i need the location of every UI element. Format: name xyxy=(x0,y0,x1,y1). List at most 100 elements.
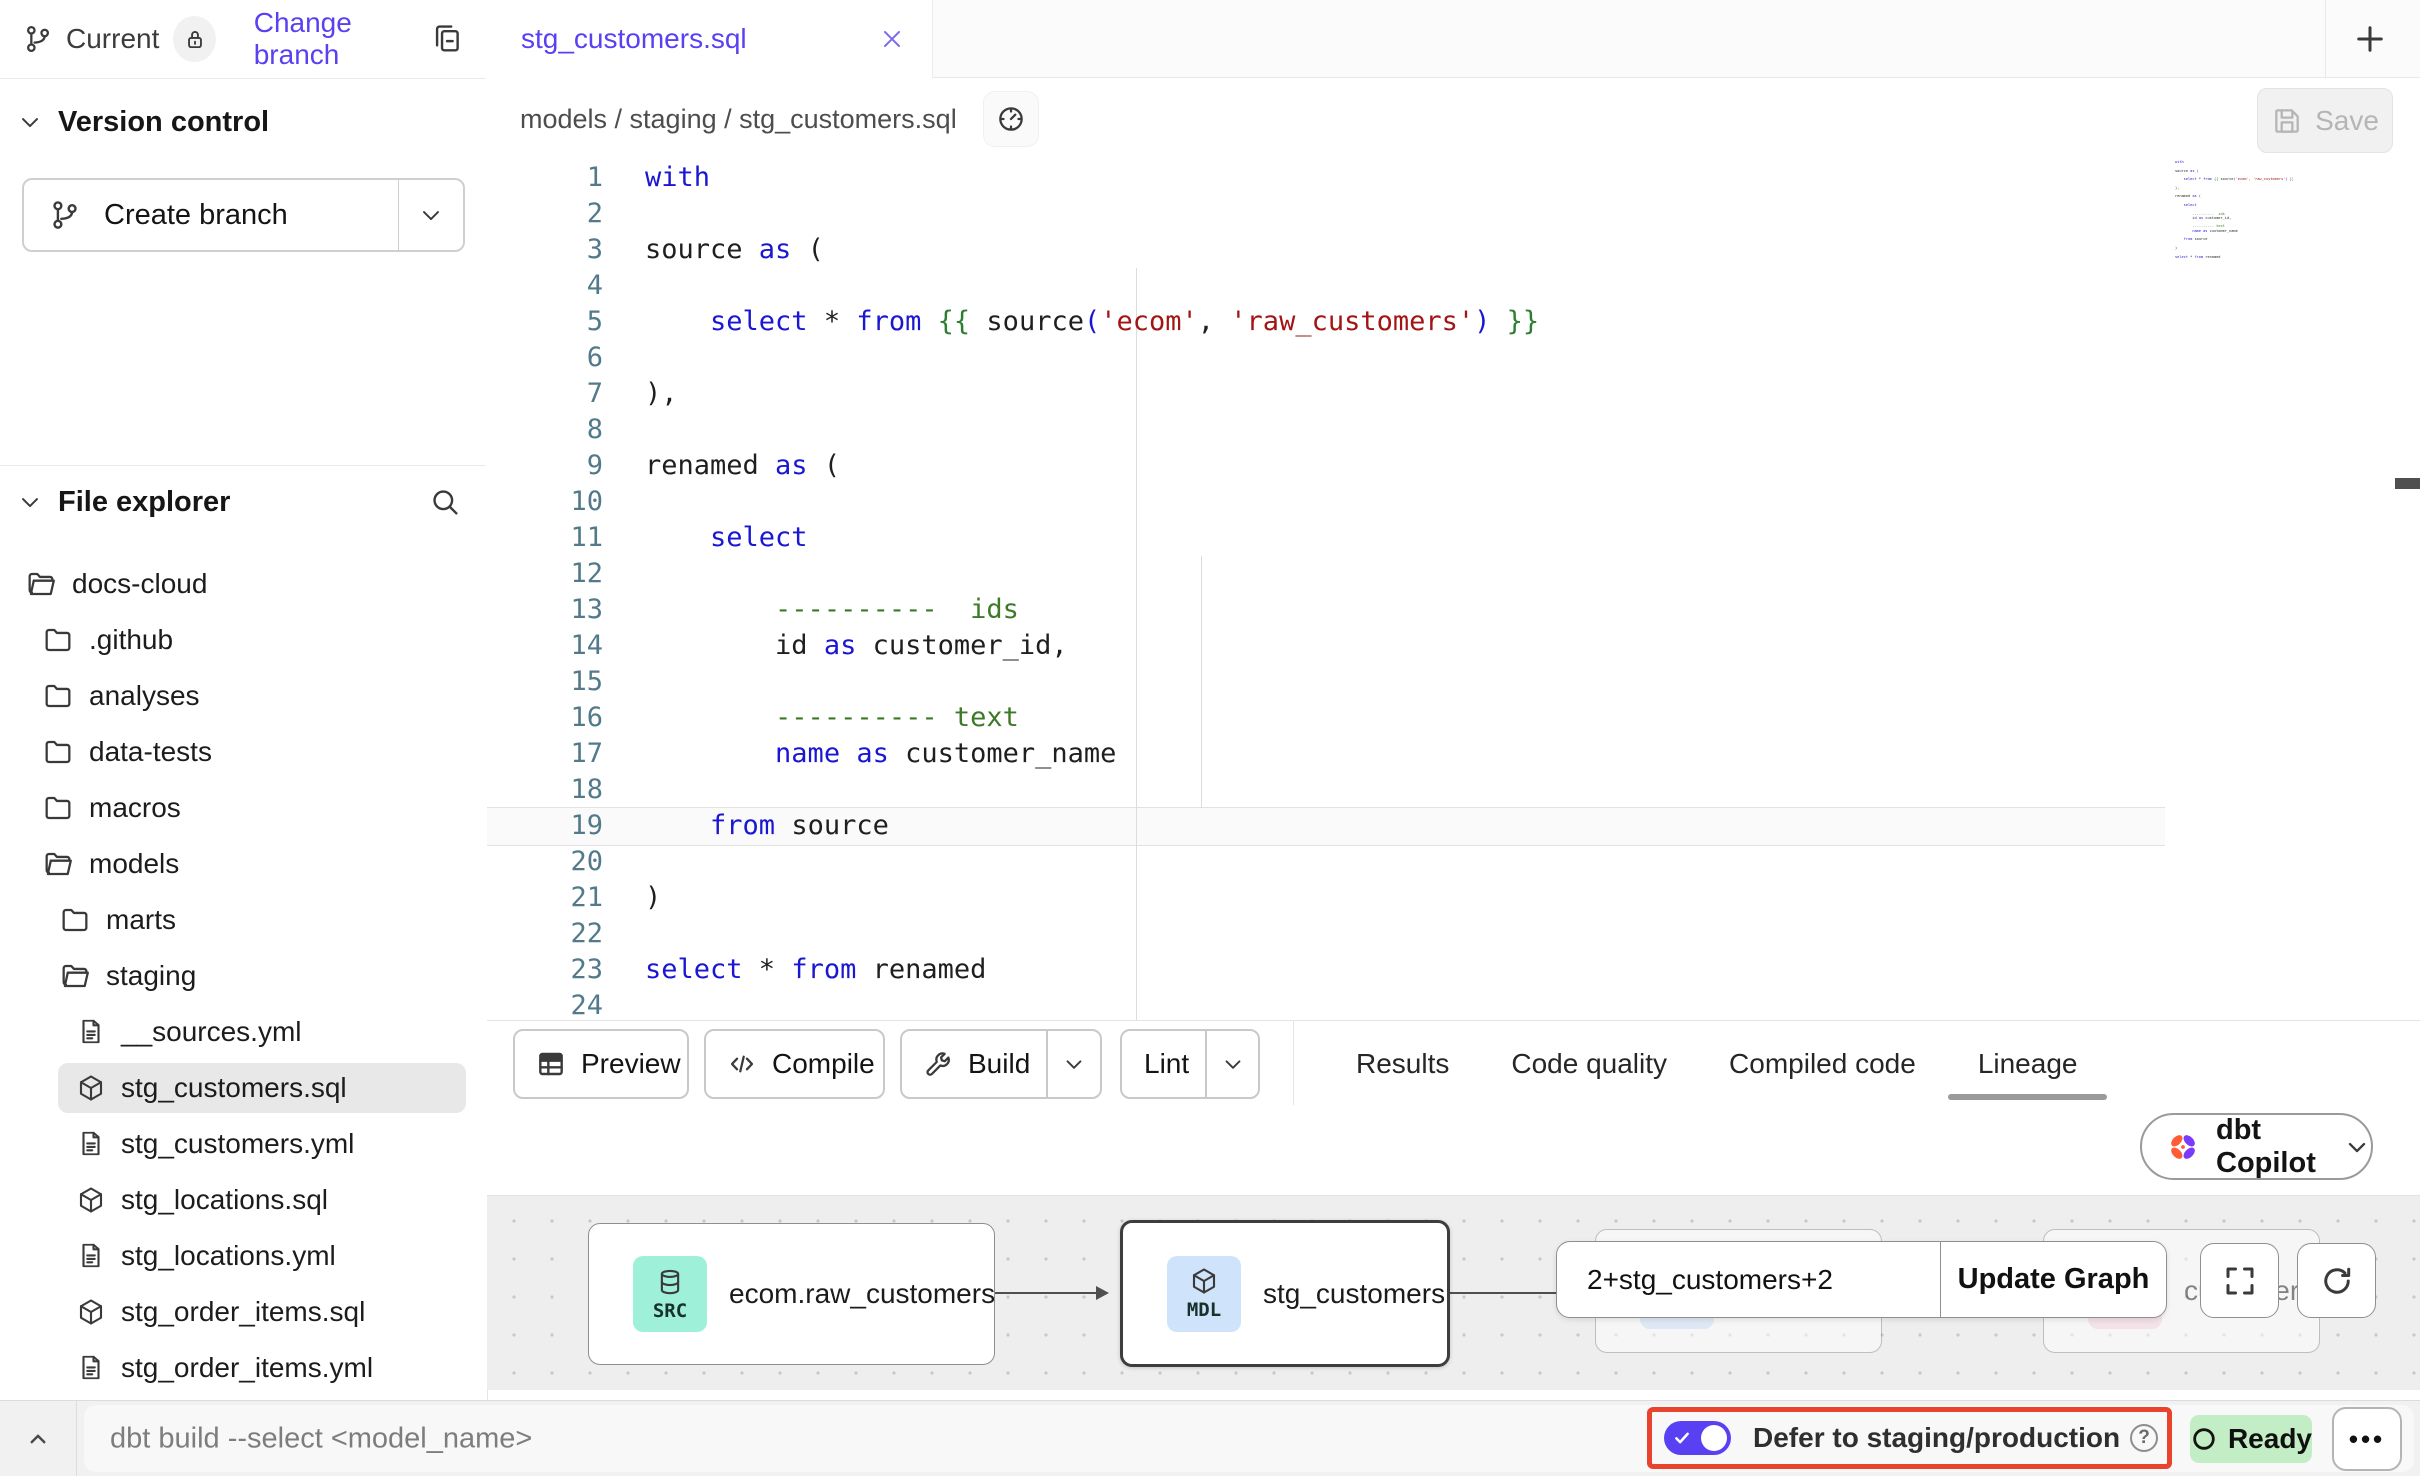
doc-file-icon xyxy=(76,1129,106,1159)
editor-tab-bar: stg_customers.sql xyxy=(487,0,2420,78)
action-bar: Preview Compile Build Lint Results Code q… xyxy=(487,1020,2420,1106)
version-control-title: Version control xyxy=(58,106,269,139)
editor-minimap[interactable]: withsource as ( select * from {{ source(… xyxy=(2175,160,2293,262)
compile-button[interactable]: Compile xyxy=(704,1029,885,1099)
create-branch-dropdown[interactable] xyxy=(399,201,463,229)
code-line-8: 8 xyxy=(487,412,2420,448)
tab-stg-customers-sql[interactable]: stg_customers.sql xyxy=(487,0,933,78)
update-graph-button[interactable]: Update Graph xyxy=(1941,1242,2166,1317)
cube-icon: MDL xyxy=(1167,1256,1241,1332)
copy-icon[interactable] xyxy=(430,22,464,56)
code-line-4: 4 xyxy=(487,268,2420,304)
file-item-stg-locations-sql[interactable]: stg_locations.sql xyxy=(0,1172,486,1228)
file-item-data-tests[interactable]: data-tests xyxy=(0,724,486,780)
tab-results[interactable]: Results xyxy=(1356,1021,1449,1106)
build-dropdown[interactable] xyxy=(1046,1031,1100,1097)
tab-lineage[interactable]: Lineage xyxy=(1978,1021,2078,1106)
save-button[interactable]: Save xyxy=(2257,88,2393,153)
indent-guide xyxy=(1201,556,1202,808)
create-branch-button[interactable]: Create branch xyxy=(22,178,465,252)
code-line-5: 5 select * from {{ source('ecom', 'raw_c… xyxy=(487,304,2420,340)
file-item-stg-customers-yml[interactable]: stg_customers.yml xyxy=(0,1116,486,1172)
lineage-node-label: stg_customers xyxy=(1263,1278,1445,1310)
code-line-2: 2 xyxy=(487,196,2420,232)
code-line-19: 19 from source xyxy=(487,808,2420,844)
lint-button[interactable]: Lint xyxy=(1120,1029,1260,1099)
file-item-analyses[interactable]: analyses xyxy=(0,668,486,724)
file-item-marts[interactable]: marts xyxy=(0,892,486,948)
code-line-3: 3source as ( xyxy=(487,232,2420,268)
ready-status-badge: Ready xyxy=(2190,1415,2312,1463)
file-item-stg-order-items-sql[interactable]: stg_order_items.sql xyxy=(0,1284,486,1340)
lint-label: Lint xyxy=(1144,1048,1189,1080)
file-explorer-title: File explorer xyxy=(58,486,230,519)
file-item-stg-order-items-yml[interactable]: stg_order_items.yml xyxy=(0,1340,486,1396)
copilot-row: dbt Copilot xyxy=(487,1105,2420,1195)
folder-icon xyxy=(42,624,74,656)
main-area: stg_customers.sql models / staging / stg… xyxy=(487,0,2420,1400)
close-icon[interactable] xyxy=(878,25,906,53)
build-button[interactable]: Build xyxy=(900,1029,1102,1099)
code-line-22: 22 xyxy=(487,916,2420,952)
table-icon xyxy=(535,1048,567,1080)
code-editor[interactable]: 1with23source as (45 select * from {{ so… xyxy=(487,160,2420,1020)
file-item--github[interactable]: .github xyxy=(0,612,486,668)
chevron-up-icon[interactable] xyxy=(20,1423,56,1455)
tab-code-quality[interactable]: Code quality xyxy=(1511,1021,1667,1106)
ready-label: Ready xyxy=(2228,1423,2312,1455)
file-item-label: docs-cloud xyxy=(72,568,207,600)
code-line-9: 9renamed as ( xyxy=(487,448,2420,484)
file-item-docs-cloud[interactable]: docs-cloud xyxy=(0,556,486,612)
change-branch-link[interactable]: Change branch xyxy=(254,7,430,71)
gauge-icon[interactable] xyxy=(983,91,1039,147)
file-item--sources-yml[interactable]: __sources.yml xyxy=(0,1004,486,1060)
file-item-macros[interactable]: macros xyxy=(0,780,486,836)
preview-button[interactable]: Preview xyxy=(513,1029,689,1099)
code-line-14: 14 id as customer_id, xyxy=(487,628,2420,664)
help-icon[interactable]: ? xyxy=(2130,1424,2158,1452)
file-item-staging[interactable]: staging xyxy=(0,948,486,1004)
lineage-selector-input[interactable]: 2+stg_customers+2 xyxy=(1557,1242,1941,1317)
file-item-label: macros xyxy=(89,792,181,824)
file-item-models[interactable]: models xyxy=(0,836,486,892)
code-line-17: 17 name as customer_name xyxy=(487,736,2420,772)
tab-compiled-code[interactable]: Compiled code xyxy=(1729,1021,1916,1106)
file-item-label: marts xyxy=(106,904,176,936)
file-item-stg-locations-yml[interactable]: stg_locations.yml xyxy=(0,1228,486,1284)
code-line-6: 6 xyxy=(487,340,2420,376)
indent-guide xyxy=(1136,268,1137,1020)
dbt-copilot-button[interactable]: dbt Copilot xyxy=(2140,1113,2373,1180)
compile-label: Compile xyxy=(772,1048,875,1080)
folder-icon xyxy=(42,736,74,768)
new-tab-button[interactable] xyxy=(2345,14,2395,64)
code-icon xyxy=(726,1048,758,1080)
lineage-node-stg-customers[interactable]: MDL stg_customers xyxy=(1120,1220,1450,1367)
file-item-label: analyses xyxy=(89,680,200,712)
command-placeholder: dbt build --select <model_name> xyxy=(110,1422,532,1455)
lint-dropdown[interactable] xyxy=(1205,1031,1258,1097)
code-line-11: 11 select xyxy=(487,520,2420,556)
doc-file-icon xyxy=(76,1017,106,1047)
folder-open-icon xyxy=(42,848,74,880)
file-item-label: stg_order_items.yml xyxy=(121,1352,373,1384)
result-tabs: Results Code quality Compiled code Lineage xyxy=(1356,1021,2077,1106)
tab-title: stg_customers.sql xyxy=(521,23,747,55)
lineage-graph[interactable]: SRCecom.raw_customers MDL stg_customersMDL… xyxy=(487,1195,2420,1390)
file-item-stg-customers-sql[interactable]: stg_customers.sql xyxy=(0,1060,486,1116)
search-icon[interactable] xyxy=(428,485,462,519)
file-item-label: models xyxy=(89,848,179,880)
code-line-16: 16 ---------- text xyxy=(487,700,2420,736)
file-item-label: __sources.yml xyxy=(121,1016,302,1048)
scrollbar-thumb[interactable] xyxy=(2395,478,2420,489)
folder-icon xyxy=(42,792,74,824)
lineage-node-ecom-raw-customers[interactable]: SRCecom.raw_customers xyxy=(588,1223,995,1365)
refresh-icon[interactable] xyxy=(2297,1243,2376,1318)
fullscreen-button[interactable] xyxy=(2200,1243,2279,1318)
defer-toggle[interactable] xyxy=(1664,1421,1731,1455)
code-line-15: 15 xyxy=(487,664,2420,700)
save-label: Save xyxy=(2315,105,2379,137)
more-options-button[interactable]: ••• xyxy=(2332,1407,2402,1471)
section-divider xyxy=(0,465,486,466)
file-explorer-section-header[interactable]: File explorer xyxy=(16,478,472,526)
version-control-section-header[interactable]: Version control xyxy=(16,98,456,146)
